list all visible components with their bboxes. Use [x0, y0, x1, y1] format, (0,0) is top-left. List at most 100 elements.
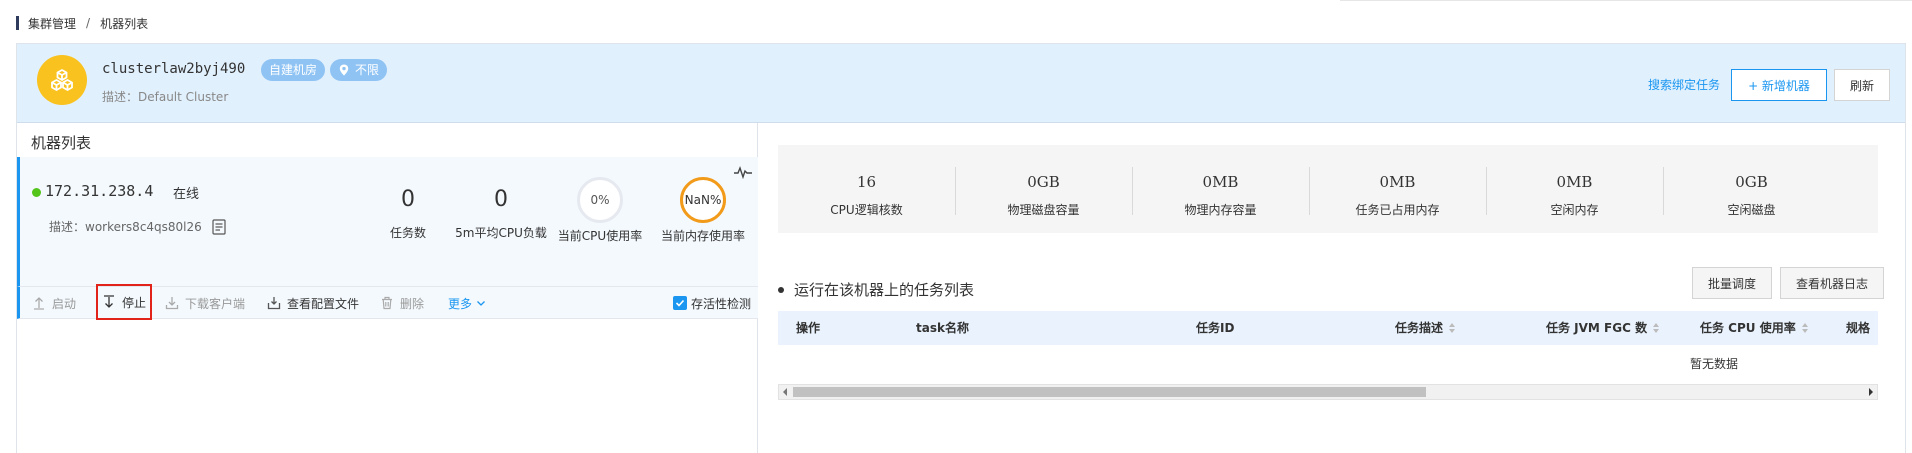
metric-label: 任务已占用内存: [1355, 203, 1440, 217]
metric-label: 空闲内存: [1550, 203, 1599, 217]
stat-task-count: 0 任务数: [368, 177, 448, 241]
start-label: 启动: [52, 296, 77, 311]
liveness-check[interactable]: 存活性检测: [673, 287, 751, 319]
column-header[interactable]: 任务 CPU 使用率: [1700, 311, 1808, 345]
machine-toolbar: 启动 停止 下载客户端 查看配置文件 删除 更多 存活性检测: [17, 284, 758, 320]
stat-label: 5m平均CPU负载: [455, 226, 547, 240]
column-header-label: 任务 JVM FGC 数: [1546, 321, 1648, 335]
location-tag: 不限: [330, 59, 388, 81]
location-pin-icon: [339, 64, 349, 76]
checkmark-icon: [675, 299, 685, 307]
metric-value: 0MB: [1379, 173, 1416, 191]
liveness-label: 存活性检测: [691, 296, 752, 311]
config-file-icon: [267, 297, 281, 310]
cluster-frame: clusterlaw2byj490 自建机房 不限 描述：Default Clu…: [16, 43, 1906, 453]
cpu-usage-ring: 0%: [577, 177, 623, 223]
stat-label: 当前内存使用率: [660, 229, 745, 243]
stop-label: 停止: [122, 295, 147, 310]
refresh-button[interactable]: 刷新: [1834, 69, 1890, 101]
machine-description: 描述：workers8c4qs80l26: [49, 218, 226, 235]
metric-memory-capacity: 0MB 物理内存容量: [1132, 145, 1309, 233]
machine-list-title: 机器列表: [31, 134, 92, 152]
sort-icon[interactable]: [1801, 323, 1808, 333]
machine-card[interactable]: 172.31.238.4 在线 描述：workers8c4qs80l26 0 任…: [17, 157, 758, 287]
stat-value: 0: [494, 187, 508, 212]
breadcrumb: 集群管理 / 机器列表: [16, 14, 148, 32]
online-status-dot: [32, 188, 41, 197]
metric-task-memory: 0MB 任务已占用内存: [1309, 145, 1486, 233]
cluster-avatar: [37, 55, 87, 105]
task-list-title: 运行在该机器上的任务列表: [778, 279, 974, 300]
more-dropdown[interactable]: 更多: [448, 287, 486, 319]
download-icon: [165, 297, 179, 310]
cluster-cubes-icon: [51, 69, 73, 91]
liveness-checkbox[interactable]: [673, 296, 687, 310]
column-header-label: 任务 CPU 使用率: [1700, 321, 1796, 335]
metric-value: 16: [856, 173, 877, 191]
column-header: 规格: [1846, 321, 1871, 335]
cluster-name: clusterlaw2byj490: [102, 61, 246, 77]
metric-label: 物理磁盘容量: [1007, 203, 1080, 217]
delete-label: 删除: [400, 296, 425, 311]
machine-description-text: 描述：workers8c4qs80l26: [49, 220, 202, 234]
stop-button[interactable]: 停止: [96, 284, 153, 320]
view-config-button[interactable]: 查看配置文件: [267, 287, 359, 319]
cluster-description: 描述：Default Cluster: [102, 90, 229, 104]
metric-disk-capacity: 0GB 物理磁盘容量: [955, 145, 1132, 233]
download-client-label: 下载客户端: [185, 296, 246, 311]
start-button[interactable]: 启动: [32, 287, 76, 319]
trash-icon: [382, 296, 392, 310]
batch-schedule-button[interactable]: 批量调度: [1692, 267, 1772, 299]
stat-cpu-load: 0 5m平均CPU负载: [446, 177, 556, 241]
scroll-right-arrow-icon[interactable]: [1869, 388, 1873, 396]
stat-label: 任务数: [389, 226, 426, 240]
stat-memory-usage: NaN% 当前内存使用率: [650, 177, 756, 244]
view-machine-log-button[interactable]: 查看机器日志: [1780, 267, 1884, 299]
machine-ip: 172.31.238.4: [45, 182, 154, 200]
task-list-title-text: 运行在该机器上的任务列表: [794, 281, 975, 299]
add-machine-button[interactable]: + 新增机器: [1731, 69, 1827, 101]
column-header: 任务ID: [1196, 321, 1235, 335]
metric-value: 0GB: [1027, 173, 1060, 191]
column-header-label: 任务描述: [1395, 321, 1444, 335]
machine-status: 在线: [173, 187, 200, 202]
column-header[interactable]: 任务 JVM FGC 数: [1546, 311, 1660, 345]
location-tag-label: 不限: [355, 63, 380, 77]
edit-description-icon[interactable]: [212, 218, 226, 235]
machine-detail-panel: 16 CPU逻辑核数 0GB 物理磁盘容量 0MB 物理内存容量 0MB 任务已…: [758, 123, 1907, 453]
download-client-button[interactable]: 下载客户端: [165, 287, 245, 319]
top-divider: [1340, 0, 1912, 1]
breadcrumb-current: 机器列表: [100, 16, 149, 31]
metrics-bar: 16 CPU逻辑核数 0GB 物理磁盘容量 0MB 物理内存容量 0MB 任务已…: [778, 145, 1878, 233]
column-header[interactable]: 任务描述: [1395, 311, 1456, 345]
sort-icon[interactable]: [1449, 323, 1456, 333]
breadcrumb-parent[interactable]: 集群管理: [28, 15, 76, 32]
search-bound-tasks-link[interactable]: 搜索绑定任务: [1648, 76, 1720, 93]
memory-usage-ring: NaN%: [680, 177, 726, 223]
metric-free-memory: 0MB 空闲内存: [1486, 145, 1663, 233]
bullet-dot: [778, 286, 784, 293]
breadcrumb-accent-bar: [16, 16, 19, 30]
column-header: task名称: [916, 321, 969, 335]
task-table-header: 操作 task名称 任务ID 任务描述 任务 JVM FGC 数 任务 CPU …: [778, 311, 1878, 345]
metric-value: 0MB: [1556, 173, 1593, 191]
sort-icon[interactable]: [1653, 323, 1660, 333]
metric-label: CPU逻辑核数: [830, 203, 903, 217]
scrollbar-thumb[interactable]: [793, 387, 1426, 397]
stat-value: 0: [401, 187, 415, 212]
delete-button[interactable]: 删除: [380, 287, 424, 319]
chevron-down-icon: [477, 301, 485, 306]
metric-cpu-cores: 16 CPU逻辑核数: [778, 145, 955, 233]
stat-label: 当前CPU使用率: [557, 229, 643, 243]
metric-label: 空闲磁盘: [1727, 203, 1776, 217]
metric-value: 0MB: [1202, 173, 1239, 191]
view-config-label: 查看配置文件: [287, 296, 360, 311]
scroll-left-arrow-icon[interactable]: [783, 388, 787, 396]
more-label: 更多: [448, 296, 473, 311]
column-header: 操作: [796, 321, 821, 335]
horizontal-scrollbar[interactable]: [778, 384, 1878, 400]
room-tag: 自建机房: [261, 59, 326, 81]
breadcrumb-separator: /: [86, 16, 91, 30]
start-icon: [34, 297, 44, 310]
cluster-header: clusterlaw2byj490 自建机房 不限 描述：Default Clu…: [17, 44, 1905, 123]
